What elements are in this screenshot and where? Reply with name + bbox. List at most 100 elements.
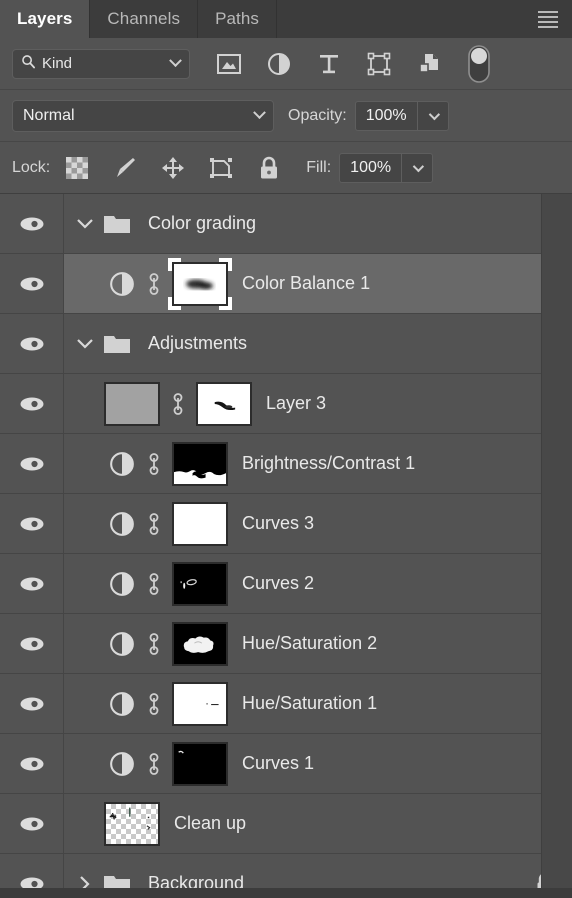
- layer-mask-thumbnail[interactable]: [172, 561, 228, 606]
- layer-name[interactable]: Brightness/Contrast 1: [242, 453, 415, 474]
- chevron-down-icon[interactable]: [70, 338, 100, 349]
- layer-name[interactable]: Hue/Saturation 2: [242, 633, 377, 654]
- table-row[interactable]: Color grading: [0, 194, 572, 254]
- layer-name[interactable]: Curves 2: [242, 573, 314, 594]
- mask-link-icon[interactable]: [144, 451, 164, 477]
- layer-mask-thumbnail[interactable]: [172, 441, 228, 486]
- adjustment-layer-icon[interactable]: [108, 450, 136, 478]
- chevron-down-icon[interactable]: [70, 218, 100, 229]
- hamburger-menu-icon[interactable]: [528, 0, 568, 38]
- lock-transparent-pixels-icon[interactable]: [64, 155, 90, 181]
- layer-list[interactable]: Color grading Color Balance 1 Adjustment…: [0, 194, 572, 888]
- fill-dropdown-button[interactable]: [402, 154, 432, 182]
- tab-channels[interactable]: Channels: [90, 0, 199, 38]
- layer-name[interactable]: Background: [148, 873, 244, 888]
- layer-list-scrollbar[interactable]: [541, 194, 572, 888]
- table-row[interactable]: Color Balance 1: [0, 254, 572, 314]
- table-row[interactable]: Background: [0, 854, 572, 888]
- layer-name[interactable]: Color Balance 1: [242, 273, 370, 294]
- layer-row-body[interactable]: Background: [64, 854, 572, 888]
- mask-link-icon[interactable]: [144, 271, 164, 297]
- layer-mask-thumbnail[interactable]: [172, 681, 228, 726]
- layer-row-body[interactable]: Brightness/Contrast 1: [64, 434, 572, 493]
- table-row[interactable]: Clean up: [0, 794, 572, 854]
- layer-row-body[interactable]: Layer 3: [64, 374, 572, 433]
- lock-image-pixels-icon[interactable]: [112, 155, 138, 181]
- fill-value[interactable]: 100%: [340, 153, 403, 182]
- layer-name[interactable]: Color grading: [148, 213, 256, 234]
- layer-row-body[interactable]: Curves 1: [64, 734, 572, 793]
- table-row[interactable]: Hue/Saturation 2: [0, 614, 572, 674]
- lock-artboard-nesting-icon[interactable]: [208, 155, 234, 181]
- layer-visibility-toggle[interactable]: [0, 674, 64, 733]
- layer-row-body[interactable]: Color Balance 1: [64, 254, 572, 313]
- layer-row-body[interactable]: Adjustments: [64, 314, 572, 373]
- layer-visibility-toggle[interactable]: [0, 194, 64, 253]
- mask-link-icon[interactable]: [144, 691, 164, 717]
- table-row[interactable]: Curves 3: [0, 494, 572, 554]
- layer-visibility-toggle[interactable]: [0, 794, 64, 853]
- layer-visibility-toggle[interactable]: [0, 434, 64, 493]
- chevron-right-icon[interactable]: [70, 875, 100, 888]
- layer-visibility-toggle[interactable]: [0, 374, 64, 433]
- tab-layers[interactable]: Layers: [0, 0, 91, 38]
- layer-name[interactable]: Curves 3: [242, 513, 314, 534]
- table-row[interactable]: Hue/Saturation 1: [0, 674, 572, 734]
- layer-row-body[interactable]: Curves 3: [64, 494, 572, 553]
- table-row[interactable]: Curves 1: [0, 734, 572, 794]
- layer-mask-thumbnail[interactable]: [196, 381, 252, 426]
- layer-mask-thumbnail[interactable]: [168, 257, 232, 310]
- layer-thumbnail[interactable]: [104, 801, 160, 846]
- adjustment-layer-icon[interactable]: [108, 750, 136, 778]
- layer-visibility-toggle[interactable]: [0, 494, 64, 553]
- mask-link-icon[interactable]: [168, 391, 188, 417]
- layer-row-body[interactable]: Curves 2: [64, 554, 572, 613]
- filter-pixel-layers-icon[interactable]: [216, 51, 242, 77]
- mask-link-icon[interactable]: [144, 631, 164, 657]
- opacity-value[interactable]: 100%: [356, 101, 418, 130]
- layer-row-body[interactable]: Clean up: [64, 794, 572, 853]
- lock-position-icon[interactable]: [160, 155, 186, 181]
- table-row[interactable]: Layer 3: [0, 374, 572, 434]
- layer-mask-thumbnail[interactable]: [172, 741, 228, 786]
- filter-kind-select[interactable]: Kind: [12, 48, 190, 79]
- mask-link-icon[interactable]: [144, 511, 164, 537]
- filter-smart-object-layers-icon[interactable]: [416, 51, 442, 77]
- layer-row-body[interactable]: Hue/Saturation 1: [64, 674, 572, 733]
- layer-name[interactable]: Curves 1: [242, 753, 314, 774]
- layer-visibility-toggle[interactable]: [0, 554, 64, 613]
- fill-field[interactable]: 100%: [339, 152, 434, 183]
- filter-type-layers-icon[interactable]: [316, 51, 342, 77]
- filter-toggle-switch[interactable]: [466, 44, 492, 83]
- layer-visibility-toggle[interactable]: [0, 734, 64, 793]
- layer-visibility-toggle[interactable]: [0, 614, 64, 673]
- adjustment-layer-icon[interactable]: [108, 270, 136, 298]
- adjustment-layer-icon[interactable]: [108, 570, 136, 598]
- tab-paths[interactable]: Paths: [198, 0, 278, 38]
- layer-thumbnail[interactable]: [104, 381, 160, 426]
- layer-name[interactable]: Adjustments: [148, 333, 247, 354]
- adjustment-layer-icon[interactable]: [108, 630, 136, 658]
- opacity-field[interactable]: 100%: [354, 100, 449, 131]
- filter-shape-layers-icon[interactable]: [366, 51, 392, 77]
- layer-visibility-toggle[interactable]: [0, 314, 64, 373]
- layer-name[interactable]: Layer 3: [266, 393, 326, 414]
- adjustment-layer-icon[interactable]: [108, 690, 136, 718]
- layer-name[interactable]: Hue/Saturation 1: [242, 693, 377, 714]
- layer-mask-thumbnail[interactable]: [172, 621, 228, 666]
- layer-row-body[interactable]: Hue/Saturation 2: [64, 614, 572, 673]
- blend-mode-select[interactable]: Normal: [12, 99, 274, 132]
- opacity-dropdown-button[interactable]: [418, 102, 448, 130]
- lock-all-icon[interactable]: [256, 155, 282, 181]
- filter-adjustment-layers-icon[interactable]: [266, 51, 292, 77]
- layer-mask-thumbnail[interactable]: [172, 501, 228, 546]
- table-row[interactable]: Adjustments: [0, 314, 572, 374]
- layer-visibility-toggle[interactable]: [0, 254, 64, 313]
- layer-visibility-toggle[interactable]: [0, 854, 64, 888]
- mask-link-icon[interactable]: [144, 571, 164, 597]
- adjustment-layer-icon[interactable]: [108, 510, 136, 538]
- layer-name[interactable]: Clean up: [174, 813, 246, 834]
- layer-row-body[interactable]: Color grading: [64, 194, 572, 253]
- table-row[interactable]: Brightness/Contrast 1: [0, 434, 572, 494]
- mask-link-icon[interactable]: [144, 751, 164, 777]
